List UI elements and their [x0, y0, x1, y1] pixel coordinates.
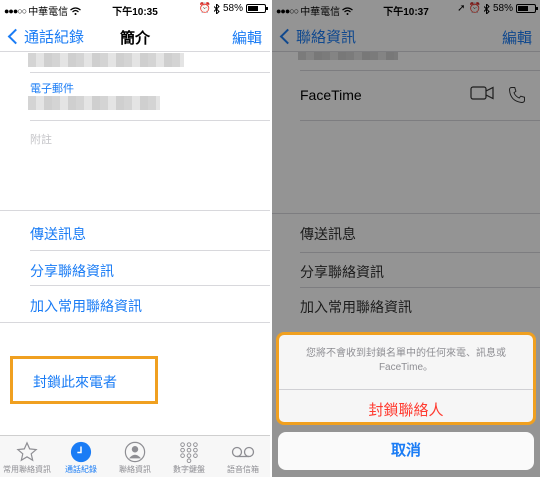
tab-recents[interactable]: 通話紀錄 [54, 436, 108, 477]
keypad-icon [180, 442, 198, 463]
tab-label: 通話紀錄 [65, 465, 97, 474]
share-contact-button[interactable]: 分享聯絡資訊 [30, 261, 114, 281]
status-bar: ●●●○○ 中華電信 下午10:35 ⏰ 58% [0, 0, 270, 20]
divider [30, 120, 270, 121]
tab-bar: 常用聯絡資訊 通話紀錄 聯絡資訊 數字鍵盤 語音信箱 [0, 435, 270, 477]
redacted-phone [28, 53, 184, 67]
block-caller-label: 封鎖此來電者 [33, 374, 117, 390]
tab-voicemail[interactable]: 語音信箱 [216, 436, 270, 477]
redacted-email[interactable] [28, 96, 160, 110]
send-message-button[interactable]: 傳送訊息 [30, 224, 86, 244]
bluetooth-icon [213, 3, 220, 14]
email-label: 電子郵件 [30, 83, 74, 95]
voicemail-icon [231, 446, 255, 458]
block-caller-button[interactable]: 封鎖此來電者 [10, 356, 158, 404]
alarm-icon: ⏰ [198, 3, 211, 14]
tab-contacts[interactable]: 聯絡資訊 [108, 436, 162, 477]
divider [0, 322, 270, 323]
person-icon [124, 441, 146, 463]
divider [30, 72, 270, 73]
cancel-button[interactable]: 取消 [278, 432, 534, 470]
add-favorite-button[interactable]: 加入常用聯絡資訊 [30, 296, 142, 316]
action-sheet-message: 您將不會收到封鎖名單中的任何來電、訊息或 FaceTime。 [306, 348, 506, 373]
action-sheet: 您將不會收到封鎖名單中的任何來電、訊息或 FaceTime。 封鎖聯絡人 [276, 332, 536, 425]
block-contact-screen: ●●●○○ 中華電信 下午10:37 ➚ ⏰ 58% 聯絡資訊 編輯 FaceT… [272, 0, 540, 477]
contact-info-screen: ●●●○○ 中華電信 下午10:35 ⏰ 58% 通話紀錄 簡介 編輯 電子郵件… [0, 0, 270, 477]
tab-label: 聯絡資訊 [119, 465, 151, 474]
page-title: 簡介 [119, 30, 150, 47]
divider [30, 250, 270, 251]
divider [30, 285, 270, 286]
notes-field[interactable]: 附註 [30, 131, 52, 147]
divider [0, 210, 270, 211]
tab-keypad[interactable]: 數字鍵盤 [162, 436, 216, 477]
tab-label: 語音信箱 [227, 465, 259, 474]
block-contact-button[interactable]: 封鎖聯絡人 [279, 399, 533, 420]
navigation-bar: 通話紀錄 簡介 編輯 [0, 20, 270, 52]
divider [279, 389, 533, 390]
battery-icon [246, 4, 268, 13]
edit-button[interactable]: 編輯 [232, 27, 262, 48]
clock-icon [70, 441, 92, 463]
tab-favorites[interactable]: 常用聯絡資訊 [0, 436, 54, 477]
tab-label: 常用聯絡資訊 [3, 465, 51, 474]
battery-percent: 58% [222, 3, 243, 14]
star-icon [16, 441, 38, 462]
tab-label: 數字鍵盤 [173, 465, 205, 474]
